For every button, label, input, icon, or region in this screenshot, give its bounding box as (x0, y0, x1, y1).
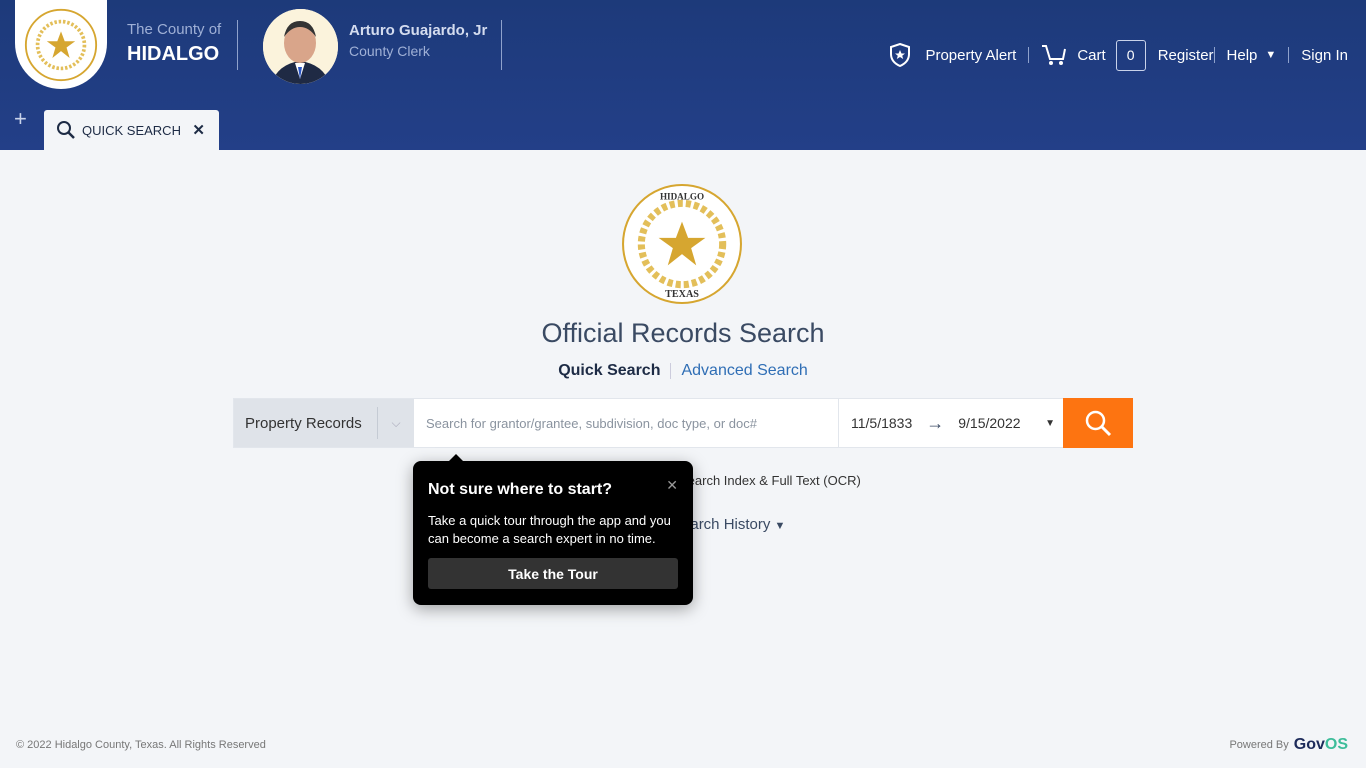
close-icon[interactable]: ✕ (192, 121, 205, 139)
svg-text:TEXAS: TEXAS (665, 289, 699, 300)
quick-search-link[interactable]: Quick Search (558, 362, 660, 379)
popup-title: Not sure where to start? (428, 481, 613, 498)
shield-star-icon (890, 43, 911, 67)
advanced-search-link[interactable]: Advanced Search (681, 362, 807, 379)
search-icon (57, 121, 75, 139)
seal-icon: HIDALGO TEXAS (622, 184, 742, 304)
search-mode-switch: Quick Search Advanced Search (0, 362, 1366, 380)
top-nav: Property Alert Cart 0 Register Help ▼ Si… (889, 39, 1348, 71)
copyright: © 2022 Hidalgo County, Texas. All Rights… (16, 739, 266, 751)
county-seal-logo[interactable] (15, 0, 107, 89)
search-icon (1085, 410, 1112, 437)
property-alert-link[interactable]: Property Alert (925, 47, 1016, 64)
clerk-title: County Clerk (349, 43, 430, 59)
search-bar: Property Records ⌵ 11/5/1833 → 9/15/2022 … (233, 398, 1133, 448)
govos-logo-b: OS (1324, 736, 1348, 753)
svg-text:HIDALGO: HIDALGO (660, 191, 704, 201)
caret-down-icon: ▼ (1265, 49, 1277, 61)
page-title: Official Records Search (541, 318, 825, 348)
cart-icon (1042, 45, 1067, 65)
caret-down-icon: ▼ (774, 520, 786, 532)
search-button[interactable] (1063, 398, 1133, 448)
seal-icon (24, 8, 98, 81)
govos-logo[interactable]: GovOS (1294, 736, 1348, 754)
header: The County of HIDALGO Arturo Guajardo, J… (0, 0, 1366, 150)
date-to[interactable]: 9/15/2022 (958, 415, 1020, 431)
date-range-picker[interactable]: 11/5/1833 → 9/15/2022 ▼ (838, 399, 1063, 447)
divider (237, 20, 238, 70)
take-tour-button[interactable]: Take the Tour (428, 558, 678, 589)
popup-body: Take a quick tour through the app and yo… (428, 513, 671, 546)
cart-link[interactable]: Cart (1077, 47, 1105, 64)
tab-quick-search[interactable]: QUICK SEARCH ✕ (44, 110, 219, 150)
sign-in-link[interactable]: Sign In (1301, 47, 1348, 64)
divider (1213, 47, 1215, 63)
avatar (263, 9, 338, 84)
county-label-small: The County of (127, 21, 222, 38)
divider (1288, 47, 1290, 63)
tab-label: QUICK SEARCH (82, 122, 181, 138)
divider (670, 362, 672, 379)
divider (501, 20, 502, 70)
register-link[interactable]: Register (1158, 47, 1214, 64)
date-from[interactable]: 11/5/1833 (851, 415, 912, 431)
county-label-big: HIDALGO (127, 43, 220, 65)
ocr-label: Search Index & Full Text (OCR) (679, 473, 861, 488)
record-type-select[interactable]: Property Records ⌵ (234, 399, 414, 447)
powered-by: Powered By GovOS (1229, 736, 1348, 754)
govos-logo-a: Gov (1293, 736, 1325, 753)
cart-count-badge[interactable]: 0 (1115, 39, 1146, 71)
chevron-down-icon[interactable]: ⌵ (377, 407, 414, 439)
caret-down-icon[interactable]: ▼ (1045, 418, 1055, 429)
county-seal: HIDALGO TEXAS (621, 183, 743, 310)
tour-popup: ✕ Not sure where to start? Take a quick … (413, 454, 693, 605)
record-type-value: Property Records (245, 414, 362, 432)
close-icon[interactable]: ✕ (666, 477, 678, 494)
help-menu[interactable]: Help (1227, 47, 1258, 64)
divider (1028, 47, 1030, 63)
add-tab-button[interactable]: + (14, 106, 27, 132)
powered-by-label: Powered By (1229, 739, 1289, 751)
search-input[interactable] (414, 399, 838, 447)
arrow-right-icon: → (926, 412, 945, 433)
clerk-name: Arturo Guajardo, Jr (349, 22, 488, 39)
